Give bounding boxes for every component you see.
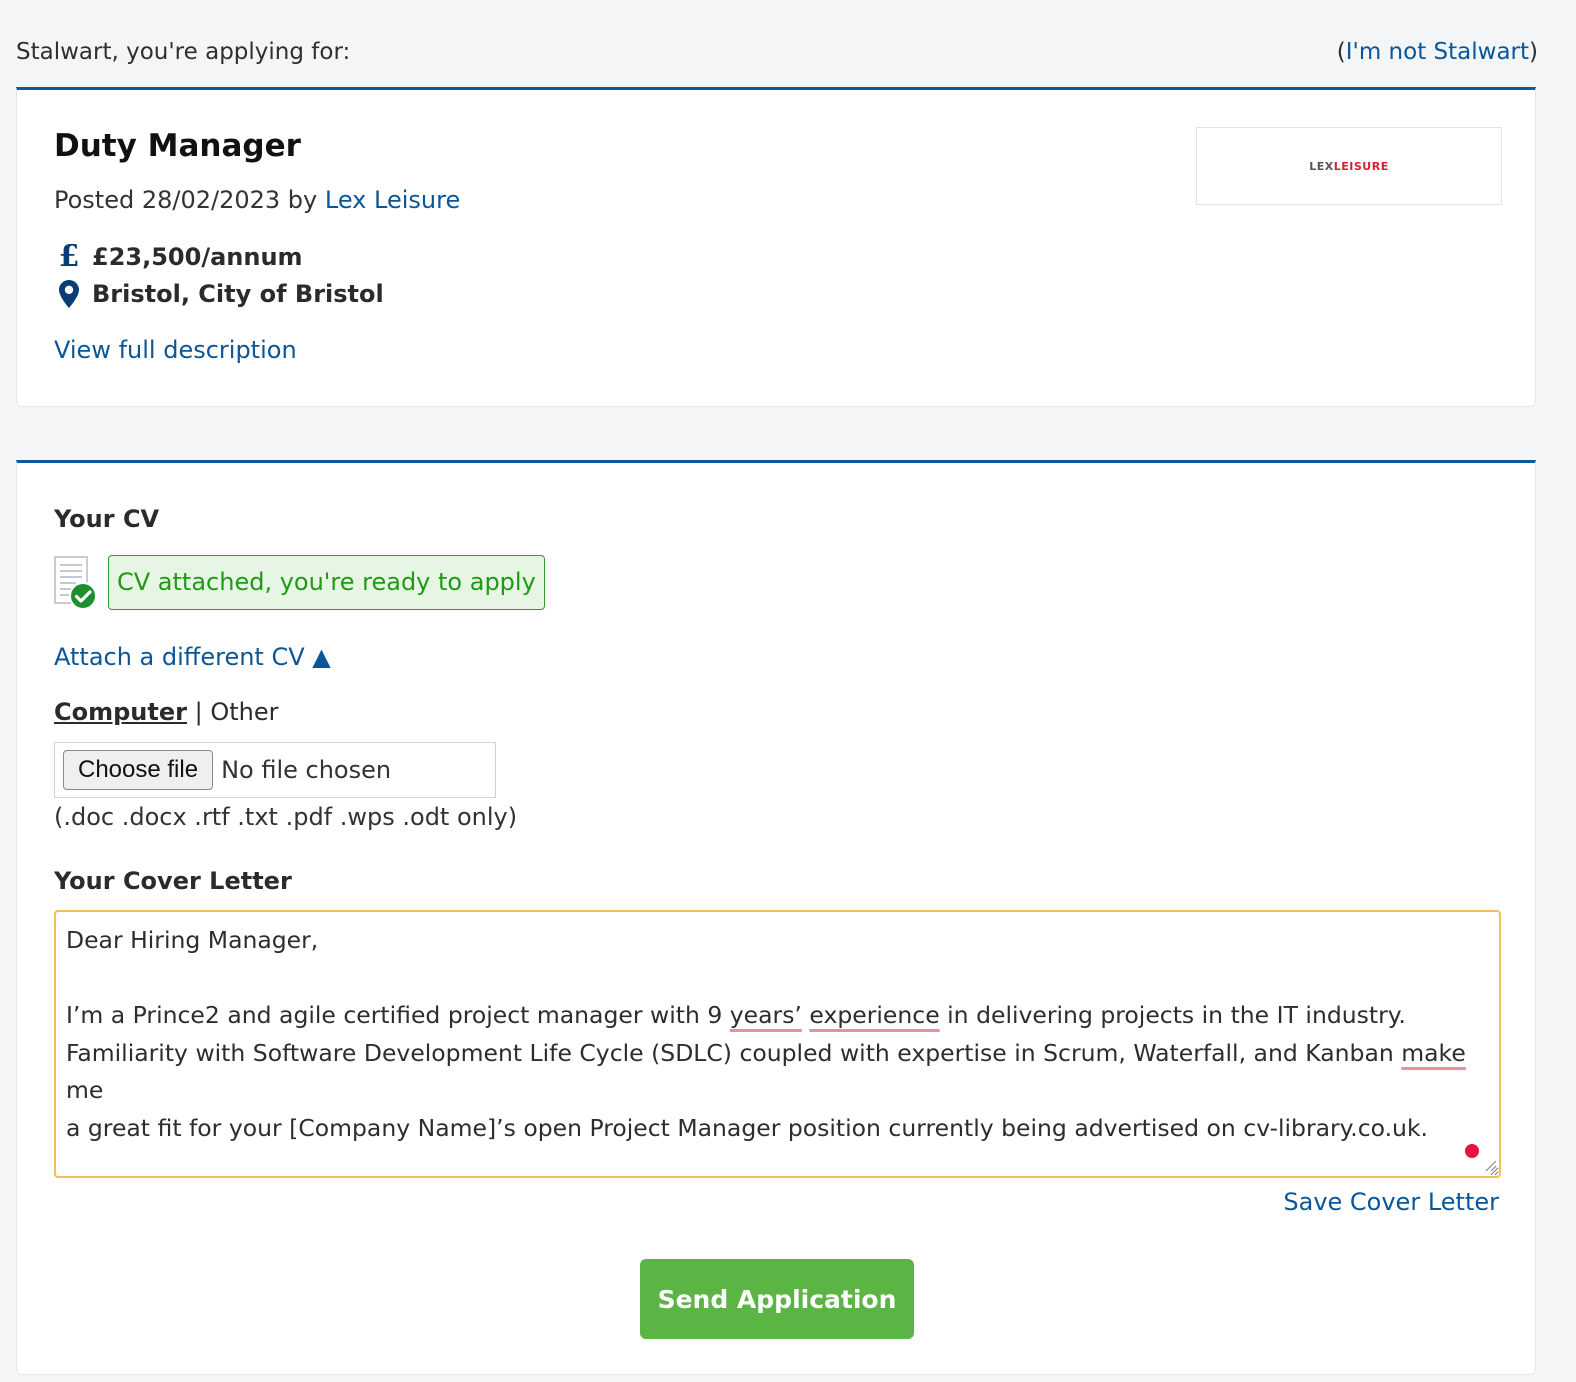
save-cover-letter-link[interactable]: Save Cover Letter — [1283, 1188, 1499, 1216]
salary-row: £ £23,500/annum — [54, 242, 303, 272]
document-check-icon — [54, 555, 97, 610]
file-status: No file chosen — [221, 756, 392, 784]
tab-computer[interactable]: Computer — [54, 698, 187, 726]
posted-info: Posted 28/02/2023 by Lex Leisure — [54, 186, 460, 214]
cv-file-input[interactable]: Choose file No file chosen — [54, 742, 496, 798]
choose-file-button[interactable]: Choose file — [63, 750, 214, 790]
cv-attached-badge: CV attached, you're ready to apply — [108, 555, 545, 610]
cover-letter-textarea[interactable]: Dear Hiring Manager, I’m a Prince2 and a… — [54, 910, 1501, 1178]
pound-icon: £ — [58, 239, 80, 274]
cover-letter-line — [66, 960, 1489, 998]
company-logo: LEX LEISURE — [1196, 127, 1502, 205]
cover-letter-line: Dear Hiring Manager, — [66, 926, 319, 954]
resize-handle-icon[interactable] — [1483, 1157, 1497, 1172]
logo-text-lex: LEX — [1309, 159, 1334, 173]
paren-close: ) — [1529, 39, 1538, 65]
logo-text-leisure: LEISURE — [1333, 159, 1389, 173]
cv-status: CV attached, you're ready to apply — [54, 555, 545, 610]
salary-value: £23,500/annum — [92, 243, 303, 271]
cover-letter-line: I’m a Prince2 and agile certified projec… — [66, 1001, 1406, 1029]
cover-letter-line — [66, 1147, 1489, 1176]
tab-separator: | — [186, 698, 211, 726]
cv-heading: Your CV — [54, 505, 160, 533]
application-form-card: Your CV CV attached, you're ready to app… — [16, 460, 1536, 1375]
not-user-wrapper: (I'm not Stalwart) — [1337, 39, 1538, 65]
spelling-flag: years’ — [729, 1001, 802, 1029]
not-me-link[interactable]: I'm not Stalwart — [1346, 39, 1529, 65]
posted-date: Posted 28/02/2023 by — [54, 186, 325, 214]
attach-different-cv-toggle[interactable]: Attach a different CV ▲ — [54, 643, 331, 671]
notification-dot-icon — [1465, 1144, 1479, 1158]
spelling-flag: experience — [809, 1001, 940, 1029]
location-value: Bristol, City of Bristol — [92, 280, 384, 308]
view-full-description-link[interactable]: View full description — [54, 336, 297, 364]
job-summary-card: Duty Manager Posted 28/02/2023 by Lex Le… — [16, 87, 1536, 407]
location-row: Bristol, City of Bristol — [54, 280, 384, 308]
paren-open: ( — [1336, 39, 1346, 65]
tab-other[interactable]: Other — [210, 698, 278, 726]
cover-letter-line: Familiarity with Software Development Li… — [66, 1038, 1466, 1105]
job-title: Duty Manager — [54, 128, 301, 164]
send-application-button[interactable]: Send Application — [640, 1259, 914, 1339]
company-link[interactable]: Lex Leisure — [325, 186, 460, 214]
map-pin-icon — [54, 280, 84, 308]
cover-letter-heading: Your Cover Letter — [54, 867, 292, 895]
spelling-flag: make — [1401, 1038, 1466, 1067]
applicant-header: Stalwart, you're applying for: (I'm not … — [16, 32, 1538, 72]
cover-letter-line: a great fit for your [Company Name]’s op… — [66, 1113, 1429, 1142]
greeting-text: Stalwart, you're applying for: — [16, 39, 351, 65]
cv-source-tabs: Computer | Other — [54, 698, 278, 726]
allowed-file-types: (.doc .docx .rtf .txt .pdf .wps .odt onl… — [54, 803, 518, 831]
